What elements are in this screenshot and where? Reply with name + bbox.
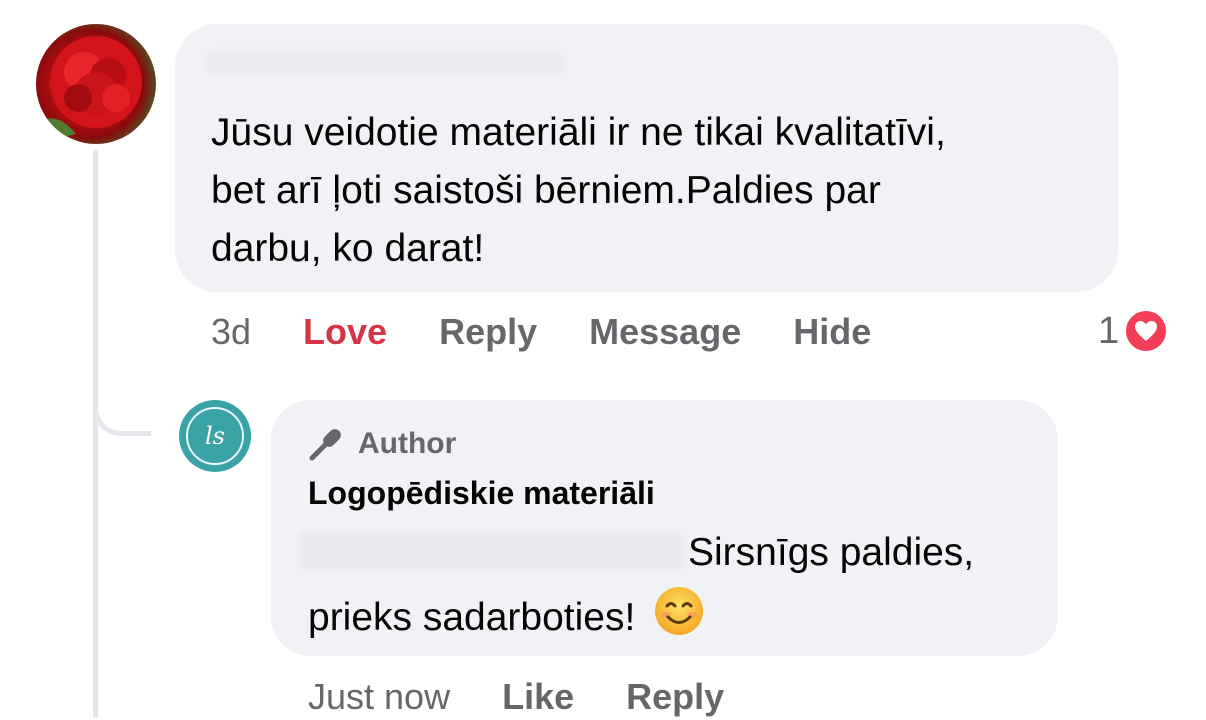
author-badge-label: Author (358, 427, 457, 460)
reply-button[interactable]: Reply (626, 676, 724, 718)
page-avatar-logo: ls (186, 407, 244, 465)
reaction-summary[interactable]: 1 (1098, 306, 1170, 356)
thread-reply-connector (93, 360, 151, 436)
reply-text-line: Sirsnīgs paldies, (688, 531, 975, 574)
author-badge: Author (308, 424, 456, 464)
avatar-initials: ls (205, 422, 225, 450)
comment-text: Jūsu veidotie materiāli ir ne tikai kval… (211, 104, 1101, 278)
love-button[interactable]: Love (303, 311, 387, 353)
message-button[interactable]: Message (589, 311, 741, 353)
page-avatar[interactable]: ls (179, 400, 251, 472)
reaction-count: 1 (1098, 309, 1120, 352)
comment-text-line: darbu, ko darat! (211, 227, 485, 270)
reply-author-name[interactable]: Logopēdiskie materiāli (308, 475, 655, 512)
heart-icon (1123, 308, 1170, 354)
like-button[interactable]: Like (502, 676, 574, 718)
reply-text-line-2: prieks sadarboties! (308, 585, 705, 651)
smiling-face-icon (653, 585, 705, 651)
comment-timestamp[interactable]: 3d (211, 311, 251, 353)
comment-actions: 3d Love Reply Message Hide (211, 309, 923, 355)
hide-button[interactable]: Hide (793, 311, 871, 353)
reply-text: prieks sadarboties! (308, 596, 636, 639)
comment-text-line: Jūsu veidotie materiāli ir ne tikai kval… (211, 111, 946, 154)
rose-flower-image (36, 24, 156, 144)
microphone-icon (309, 429, 341, 461)
reply-actions: Just now Like Reply (308, 674, 776, 720)
comment-text-line: bet arī ļoti saistoši bērniem.Paldies pa… (211, 169, 881, 212)
blurred-commenter-name (205, 50, 565, 74)
thread-connector-line (93, 150, 98, 718)
blurred-mention (300, 532, 683, 570)
commenter-avatar[interactable] (36, 24, 156, 144)
reply-timestamp[interactable]: Just now (308, 676, 450, 718)
reply-button[interactable]: Reply (439, 311, 537, 353)
